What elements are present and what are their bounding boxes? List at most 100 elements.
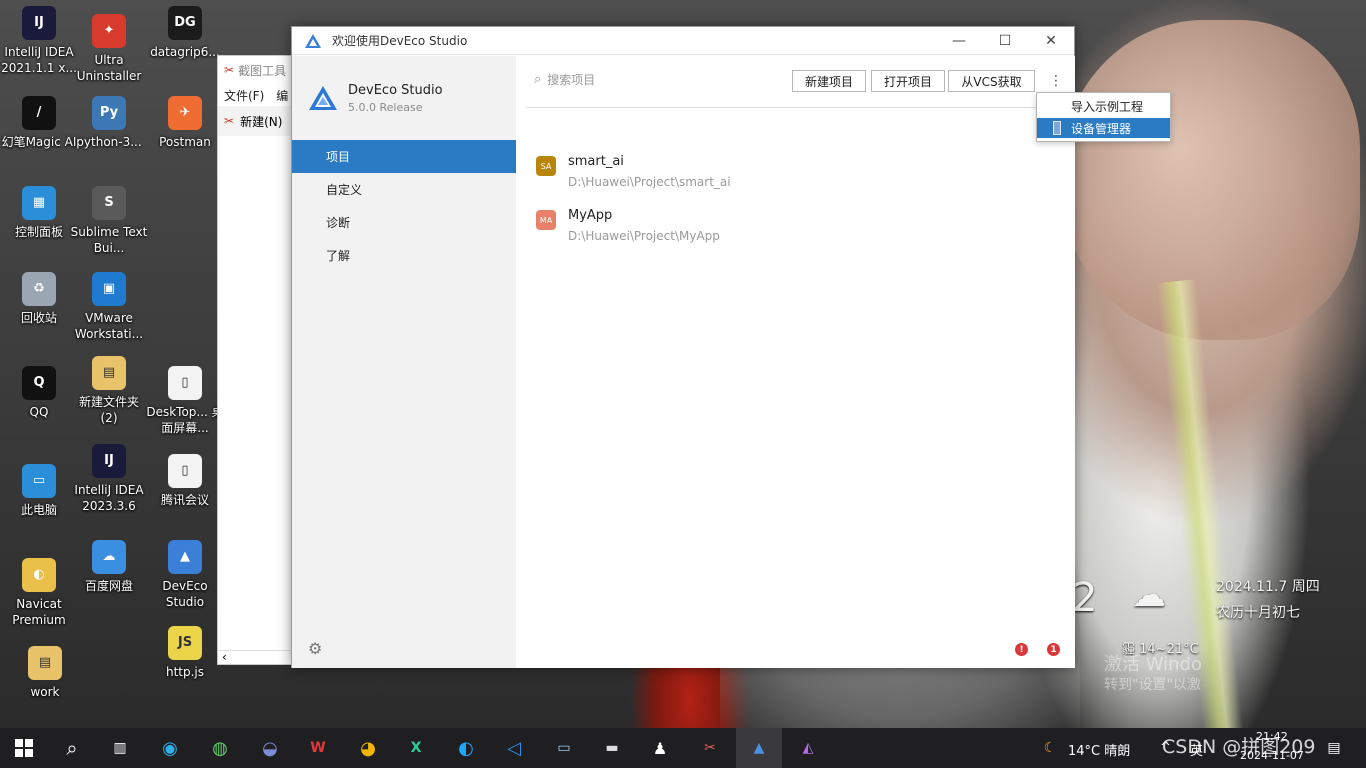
qq-icon[interactable]: ♟ [646,734,674,762]
desktop-icon[interactable]: ◐ Navicat Premium [0,558,78,628]
task-view-icon[interactable]: ▥ [106,734,134,762]
taskbar-weather[interactable]: 14°C 晴朗 [1068,740,1130,759]
windows-start-icon[interactable] [10,734,38,762]
deveco-logo-icon [309,86,337,110]
app-icon: ☁ [92,540,126,574]
window-title-bar[interactable]: 欢迎使用DevEco Studio — ☐ ✕ [292,27,1074,55]
app-icon: IJ [22,6,56,40]
terminal-icon[interactable]: ▬ [598,734,626,762]
computer-icon[interactable]: ▭ [550,734,578,762]
desktop-icon[interactable]: ♻ 回收站 [0,272,78,326]
wps-icon[interactable]: W [304,734,332,762]
app-icon: ▤ [92,356,126,390]
menu-item-device-manager-label: 设备管理器 [1071,121,1132,136]
snipping-tool-icon[interactable]: ✂ [696,734,724,762]
get-from-vcs-button[interactable]: 从VCS获取 [948,70,1035,92]
desktop-icon-label: IntelliJ IDEA 2023.3.6 [74,483,144,513]
close-button[interactable]: ✕ [1028,27,1074,55]
snipping-tool-title-bar[interactable]: ✂ 截图工具 [218,56,296,84]
brand-name: DevEco Studio [348,82,443,98]
snipping-tool-window[interactable]: ✂ 截图工具 文件(F) 编 ✂ 新建(N) ‹ [217,55,297,665]
scissors-icon: ✂ [224,114,235,128]
search-box[interactable]: ⌕ [534,72,748,87]
brand-version: 5.0.0 Release [348,100,423,114]
widget-time-fragment: 2 [1072,575,1098,621]
desktop-icon[interactable]: DG datagrip6... [146,6,224,60]
menu-item-device-manager[interactable]: 设备管理器 [1037,118,1170,138]
clock-time[interactable]: 21:42 [1256,730,1288,743]
edge-icon[interactable]: ◉ [156,734,184,762]
clock-date[interactable]: 2024-11-07 [1240,749,1304,762]
desktop-icon[interactable]: / 幻笔Magic AI [0,96,78,150]
open-project-button[interactable]: 打开项目 [871,70,945,92]
nav-item-projects[interactable]: 项目 [292,140,516,173]
chevron-left-icon[interactable]: ‹ [222,650,227,664]
menu-edit[interactable]: 编 [276,87,288,104]
search-icon[interactable]: ⌕ [58,734,86,762]
project-path: D:\Huawei\Project\MyApp [568,229,720,243]
desktop-icon[interactable]: JS http.js [146,626,224,680]
wallpaper-hand [1060,20,1360,340]
notification-icon[interactable]: ▤ [1320,734,1348,762]
new-snip-button[interactable]: 新建(N) [240,113,282,130]
error-count-badge[interactable]: 1 [1047,643,1060,656]
wechat-icon[interactable]: ◍ [206,734,234,762]
desktop-icon-label: 回收站 [20,311,57,325]
desktop-icon[interactable]: ✈ Postman [146,96,224,150]
app-icon: ♻ [22,272,56,306]
nav-item-diagnostics[interactable]: 诊断 [292,206,516,239]
taskbar: ⌕ ▥ ◉ ◍ ◒ W ◕ X ◐ ◁ ▭ ▬ ♟ ✂ ▲ ◭ ☾ 14°C 晴… [0,728,1366,768]
project-badge: SA [536,156,556,176]
desktop-icon[interactable]: ☁ 百度网盘 [70,540,148,594]
eclipse-icon[interactable]: ◒ [256,734,284,762]
app-icon: ▯ [168,454,202,488]
desktop-icon[interactable]: ▲ DevEco Studio [146,540,224,610]
new-project-button[interactable]: 新建项目 [792,70,866,92]
desktop-icon[interactable]: ▯ DeskTop... 桌面屏幕... [146,366,224,436]
app-icon: ▤ [28,646,62,680]
desktop-icon[interactable]: ▭ 此电脑 [0,464,78,518]
vscode-icon[interactable]: ◁ [500,734,528,762]
minimize-button[interactable]: — [936,27,982,55]
desktop-icon[interactable]: ▦ 控制面板 [0,186,78,240]
desktop-icon[interactable]: ✦ Ultra Uninstaller [70,14,148,84]
snipping-tool-toolbar: ✂ 新建(N) [218,106,296,136]
weather-moon-icon[interactable]: ☾ [1036,734,1064,762]
qq-browser-icon[interactable]: ◐ [452,734,480,762]
desktop-icon[interactable]: ▤ work [6,646,84,700]
chrome-icon[interactable]: ◕ [354,734,382,762]
desktop-icon[interactable]: ▣ VMware Workstati... [70,272,148,342]
desktop-icon[interactable]: IJ IntelliJ IDEA 2023.3.6 [70,444,148,514]
projects-toolbar: ⌕ 新建项目 打开项目 从VCS获取 ⋮ [526,68,1064,108]
maximize-button[interactable]: ☐ [982,27,1028,55]
snipping-tool-menu: 文件(F) 编 [218,84,296,106]
search-input[interactable] [547,72,748,87]
nav-item-customize[interactable]: 自定义 [292,173,516,206]
desktop-icon[interactable]: Q QQ [0,366,78,420]
project-item-smart-ai[interactable]: SA smart_ai D:\Huawei\Project\smart_ai [536,154,731,189]
gear-icon[interactable]: ⚙ [308,640,326,658]
menu-item-import-sample[interactable]: 导入示例工程 [1037,96,1170,116]
project-item-myapp[interactable]: MA MyApp D:\Huawei\Project\MyApp [536,208,720,243]
desktop-icon[interactable]: Py python-3... [70,96,148,150]
error-alert-icon[interactable]: ! [1015,643,1028,656]
xmind-icon[interactable]: X [402,734,430,762]
desktop-icon[interactable]: ▯ 腾讯会议 [146,454,224,508]
app-icon: ▯ [168,366,202,400]
deveco-icon[interactable]: ▲ [745,734,773,762]
search-icon: ⌕ [534,72,542,87]
ai-tool-icon[interactable]: ◭ [794,734,822,762]
desktop-icon[interactable]: S Sublime Text Bui... [70,186,148,256]
menu-file[interactable]: 文件(F) [224,87,264,104]
desktop-icon[interactable]: IJ IntelliJ IDEA 2021.1.1 x... [0,6,78,76]
horizontal-scrollbar[interactable]: ‹ [218,650,296,664]
nav-item-learn[interactable]: 了解 [292,239,516,272]
project-path: D:\Huawei\Project\smart_ai [568,175,731,189]
snipping-tool-title: 截图工具 [238,63,287,78]
desktop-icon-label: Sublime Text Bui... [70,225,148,255]
desktop-icon-label: python-3... [76,135,142,149]
activation-line2: 转到"设置"以激 [1104,677,1201,693]
desktop-icon[interactable]: ▤ 新建文件夹 (2) [70,356,148,426]
more-options-icon[interactable]: ⋮ [1049,74,1063,90]
app-icon: ▣ [92,272,126,306]
